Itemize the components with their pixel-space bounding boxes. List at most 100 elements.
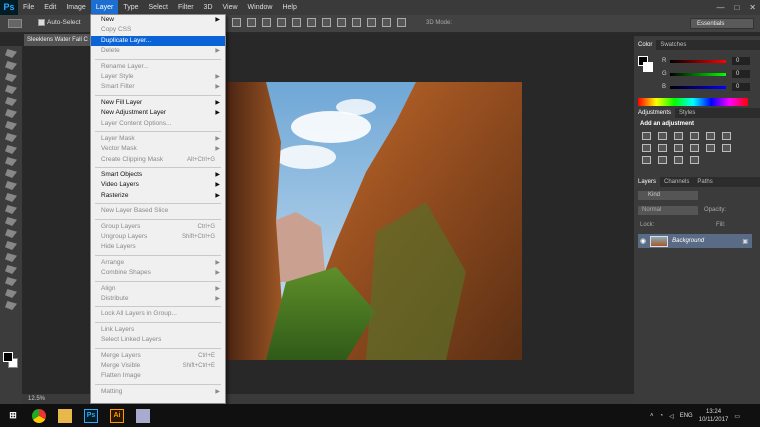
adjustment-icon[interactable] — [642, 144, 651, 152]
windows-start-icon[interactable]: ⊞ — [6, 409, 20, 423]
green-value[interactable]: 0 — [732, 70, 750, 78]
tab-layers[interactable]: Layers — [634, 177, 661, 187]
notifications-icon[interactable]: ▭ — [734, 413, 740, 420]
tool-icon[interactable] — [5, 97, 17, 106]
layer-row-background[interactable]: ◉ Background ▣ — [638, 234, 752, 248]
distribute-icon[interactable] — [352, 18, 361, 27]
tool-icon[interactable] — [5, 265, 17, 274]
distribute-icon[interactable] — [277, 18, 286, 27]
distribute-icon[interactable] — [337, 18, 346, 27]
adjustment-icon[interactable] — [706, 132, 715, 140]
close-button[interactable]: ✕ — [749, 0, 756, 15]
distribute-icon[interactable] — [382, 18, 391, 27]
menu-item-link-layers[interactable]: Link Layers — [91, 325, 225, 335]
foreground-color-swatch[interactable] — [3, 352, 13, 362]
adjustment-icon[interactable] — [690, 156, 699, 164]
menu-select[interactable]: Select — [144, 0, 173, 15]
chevron-up-icon[interactable]: ˄ — [650, 413, 654, 419]
menu-item-copy-css[interactable]: Copy CSS — [91, 25, 225, 35]
tool-icon[interactable] — [5, 289, 17, 298]
menu-3d[interactable]: 3D — [199, 0, 218, 15]
menu-item-combine-shapes[interactable]: Combine Shapes ▶ — [91, 268, 225, 278]
auto-select-checkbox[interactable] — [38, 19, 45, 26]
zoom-level[interactable]: 12.5% — [28, 396, 45, 402]
blue-bar[interactable] — [670, 85, 726, 89]
tab-paths[interactable]: Paths — [693, 177, 716, 187]
menu-item-hide-layers[interactable]: Hide Layers — [91, 242, 225, 252]
tool-icon[interactable] — [5, 205, 17, 214]
tool-icon[interactable] — [5, 73, 17, 82]
adjustment-icon[interactable] — [722, 144, 731, 152]
menu-item-layer-style[interactable]: Layer Style ▶ — [91, 72, 225, 82]
menu-image[interactable]: Image — [61, 0, 90, 15]
menu-file[interactable]: File — [18, 0, 39, 15]
menu-item-select-linked-layers[interactable]: Select Linked Layers — [91, 335, 225, 345]
menu-item-video-layers[interactable]: Video Layers ▶ — [91, 180, 225, 190]
blue-slider[interactable]: B 0 — [662, 83, 750, 91]
color-spectrum[interactable] — [638, 98, 748, 106]
adjustment-icon[interactable] — [674, 132, 683, 140]
menu-item-matting[interactable]: Matting ▶ — [91, 387, 225, 397]
tool-icon[interactable] — [5, 157, 17, 166]
menu-item-align[interactable]: Align ▶ — [91, 284, 225, 294]
red-slider[interactable]: R 0 — [662, 57, 750, 65]
tool-icon[interactable] — [5, 49, 17, 58]
tab-color[interactable]: Color — [634, 40, 657, 50]
red-bar[interactable] — [670, 59, 726, 63]
menu-window[interactable]: Window — [243, 0, 278, 15]
illustrator-taskbar-icon[interactable]: Ai — [110, 408, 124, 423]
tool-icon[interactable] — [5, 145, 17, 154]
network-icon[interactable]: ◔ — [659, 413, 663, 419]
tool-icon[interactable] — [5, 169, 17, 178]
tab-channels[interactable]: Channels — [660, 177, 693, 187]
menu-item-smart-filter[interactable]: Smart Filter ▶ — [91, 82, 225, 92]
menu-type[interactable]: Type — [118, 0, 143, 15]
tool-icon[interactable] — [5, 253, 17, 262]
menu-item-duplicate-layer[interactable]: Duplicate Layer... — [91, 35, 225, 47]
blend-mode-select[interactable]: Normal — [638, 206, 698, 215]
adjustment-icon[interactable] — [658, 132, 667, 140]
align-icon[interactable] — [262, 18, 271, 27]
tool-icon[interactable] — [5, 217, 17, 226]
workspace-switcher[interactable]: Essentials — [690, 18, 754, 29]
notes-icon[interactable] — [136, 408, 150, 423]
distribute-icon[interactable] — [307, 18, 316, 27]
adjustment-icon[interactable] — [722, 132, 731, 140]
tool-icon[interactable] — [5, 61, 17, 70]
menu-filter[interactable]: Filter — [173, 0, 199, 15]
canvas-image[interactable] — [226, 82, 522, 360]
menu-edit[interactable]: Edit — [39, 0, 61, 15]
eye-icon[interactable]: ◉ — [640, 237, 646, 245]
tool-icon[interactable] — [5, 193, 17, 202]
distribute-icon[interactable] — [397, 18, 406, 27]
menu-item-new-fill-layer[interactable]: New Fill Layer ▶ — [91, 98, 225, 108]
document-tab[interactable]: Sleeklens Water Fall C — [24, 34, 90, 46]
blue-value[interactable]: 0 — [732, 83, 750, 91]
tool-icon[interactable] — [5, 133, 17, 142]
menu-view[interactable]: View — [218, 0, 243, 15]
adjustment-icon[interactable] — [642, 156, 651, 164]
adjustment-icon[interactable] — [690, 144, 699, 152]
menu-item-ungroup-layers[interactable]: Ungroup Layers Shift+Ctrl+G — [91, 232, 225, 242]
adjustment-icon[interactable] — [658, 144, 667, 152]
menu-help[interactable]: Help — [277, 0, 301, 15]
distribute-icon[interactable] — [367, 18, 376, 27]
photoshop-taskbar-icon[interactable]: Ps — [84, 408, 98, 423]
menu-item-layer-content-options[interactable]: Layer Content Options... — [91, 119, 225, 129]
tool-icon[interactable] — [5, 121, 17, 130]
move-tool-preset-icon[interactable] — [8, 19, 22, 28]
menu-item-delete[interactable]: Delete ▶ — [91, 46, 225, 56]
distribute-icon[interactable] — [292, 18, 301, 27]
menu-item-smart-objects[interactable]: Smart Objects ▶ — [91, 170, 225, 180]
clock[interactable]: 13:24 10/11/2017 — [699, 408, 729, 424]
adjustment-icon[interactable] — [658, 156, 667, 164]
menu-item-arrange[interactable]: Arrange ▶ — [91, 258, 225, 268]
tool-icon[interactable] — [5, 229, 17, 238]
tool-icon[interactable] — [5, 241, 17, 250]
green-bar[interactable] — [670, 72, 726, 76]
menu-item-new[interactable]: New ▶ — [91, 15, 225, 25]
red-value[interactable]: 0 — [732, 57, 750, 65]
menu-item-layer-mask[interactable]: Layer Mask ▶ — [91, 134, 225, 144]
tab-styles[interactable]: Styles — [675, 108, 699, 118]
align-icon[interactable] — [247, 18, 256, 27]
